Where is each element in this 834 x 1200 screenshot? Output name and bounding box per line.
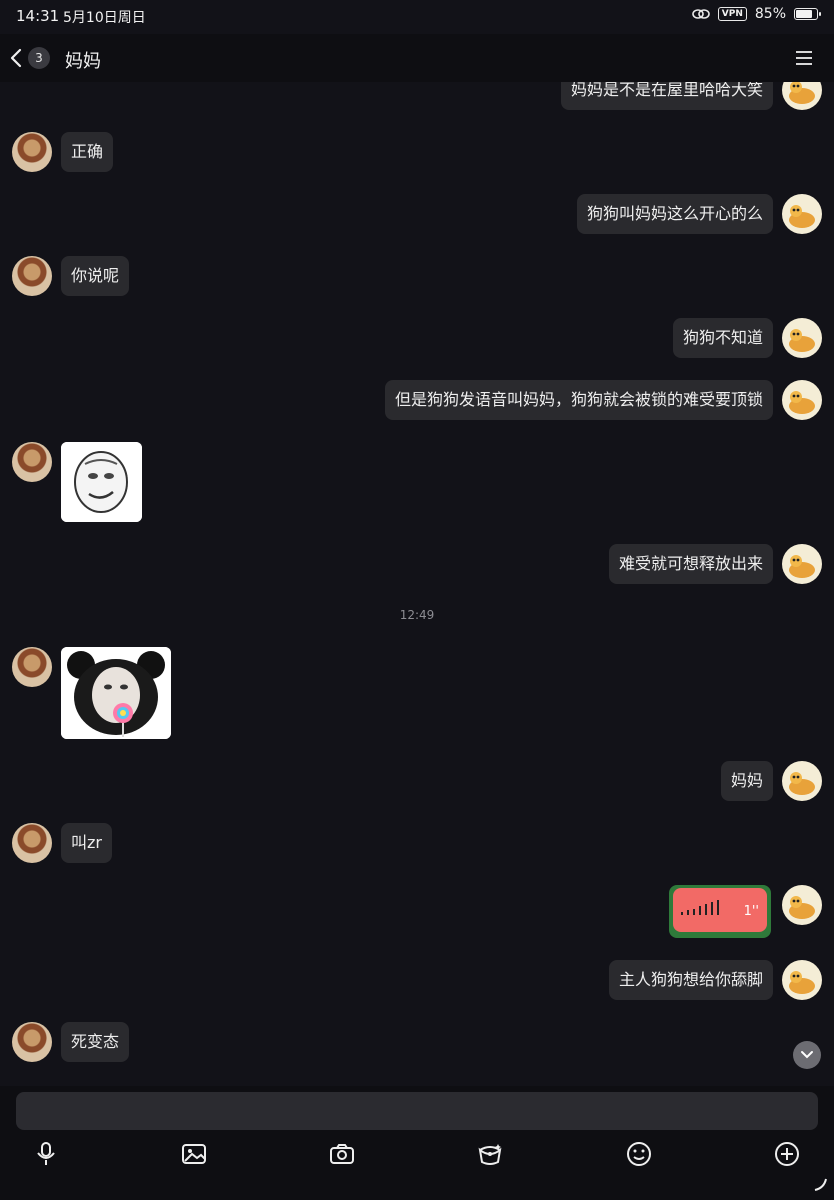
avatar-self[interactable] bbox=[782, 194, 822, 234]
vpn-badge: VPN bbox=[717, 7, 747, 21]
message-bubble-sent[interactable]: 但是狗狗发语音叫妈妈，狗狗就会被锁的难受要顶锁 bbox=[384, 380, 773, 420]
status-date: 5月10日周日 bbox=[63, 10, 146, 26]
cartoon-cat-avatar-icon bbox=[789, 391, 815, 414]
chat-header: 3 妈妈 bbox=[0, 34, 834, 82]
cartoon-cat-avatar-icon bbox=[789, 205, 815, 228]
avatar-self[interactable] bbox=[782, 544, 822, 584]
redpacket-icon bbox=[478, 1144, 502, 1165]
status-time: 14:31 bbox=[16, 7, 60, 25]
image-button[interactable] bbox=[178, 1138, 210, 1170]
composer bbox=[0, 1086, 834, 1200]
emoji-button[interactable] bbox=[623, 1138, 655, 1170]
panda-lollipop-icon bbox=[61, 647, 171, 739]
menu-icon bbox=[796, 51, 812, 65]
panda-lollipop-sticker[interactable] bbox=[61, 647, 171, 739]
cartoon-cat-avatar-icon bbox=[789, 971, 815, 994]
battery-icon bbox=[794, 8, 821, 20]
timestamp: 12:49 bbox=[399, 608, 435, 622]
message-input[interactable] bbox=[16, 1092, 818, 1130]
resize-handle-icon bbox=[814, 1178, 827, 1191]
meme-face-icon bbox=[61, 442, 142, 522]
status-right: VPN 85% bbox=[691, 6, 821, 22]
avatar-contact[interactable] bbox=[12, 1022, 52, 1062]
message-bubble-sent[interactable]: 狗狗不知道 bbox=[672, 318, 773, 358]
avatar-contact[interactable] bbox=[12, 132, 52, 172]
status-bar: 14:31 5月10日周日 VPN 85% bbox=[0, 0, 834, 34]
cartoon-cat-avatar-icon bbox=[789, 555, 815, 578]
avatar-contact[interactable] bbox=[12, 823, 52, 863]
voice-duration: 1'' bbox=[743, 904, 759, 919]
avatar-self[interactable] bbox=[782, 885, 822, 925]
message-bubble-sent[interactable]: 妈妈 bbox=[720, 761, 773, 801]
image-icon bbox=[182, 1144, 206, 1164]
voice-button[interactable] bbox=[30, 1138, 62, 1170]
battery-percent: 85% bbox=[754, 6, 786, 22]
message-bubble-sent[interactable]: 狗狗叫妈妈这么开心的么 bbox=[576, 194, 773, 234]
camera-button[interactable] bbox=[326, 1138, 358, 1170]
cartoon-cat-avatar-icon bbox=[789, 896, 815, 919]
avatar-self[interactable] bbox=[782, 318, 822, 358]
voice-message-bubble[interactable]: 1'' bbox=[669, 885, 771, 938]
back-button[interactable]: 3 bbox=[10, 44, 60, 72]
avatar-contact[interactable] bbox=[12, 256, 52, 296]
avatar-self[interactable] bbox=[782, 960, 822, 1000]
message-bubble-sent[interactable]: 难受就可想释放出来 bbox=[608, 544, 773, 584]
battery-fill bbox=[796, 10, 812, 18]
chevron-left-icon bbox=[10, 48, 22, 68]
message-bubble-sent[interactable]: 主人狗狗想给你舔脚 bbox=[608, 960, 773, 1000]
message-bubble-received[interactable]: 叫zr bbox=[61, 823, 112, 863]
cartoon-cat-avatar-icon bbox=[789, 329, 815, 352]
microphone-icon bbox=[37, 1142, 55, 1165]
avatar-self[interactable] bbox=[782, 761, 822, 801]
link-icon bbox=[691, 9, 710, 19]
chat-title: 妈妈 bbox=[65, 51, 101, 72]
avatar-contact[interactable] bbox=[12, 647, 52, 687]
cartoon-cat-avatar-icon bbox=[789, 772, 815, 795]
camera-icon bbox=[330, 1144, 354, 1164]
red-packet-button[interactable] bbox=[474, 1138, 506, 1170]
scroll-to-bottom-button[interactable] bbox=[793, 1041, 821, 1069]
more-button[interactable] bbox=[771, 1138, 803, 1170]
emoji-icon bbox=[627, 1142, 651, 1166]
plus-icon bbox=[775, 1142, 799, 1166]
meme-face-sticker[interactable] bbox=[61, 442, 142, 522]
avatar-self[interactable] bbox=[782, 380, 822, 420]
menu-button[interactable] bbox=[794, 48, 814, 68]
avatar-contact[interactable] bbox=[12, 442, 52, 482]
message-bubble-received[interactable]: 死变态 bbox=[61, 1022, 130, 1062]
message-bubble-received[interactable]: 正确 bbox=[61, 132, 114, 172]
chevron-down-icon bbox=[801, 1051, 813, 1059]
unread-count-badge: 3 bbox=[28, 47, 50, 69]
message-bubble-received[interactable]: 你说呢 bbox=[61, 256, 130, 296]
